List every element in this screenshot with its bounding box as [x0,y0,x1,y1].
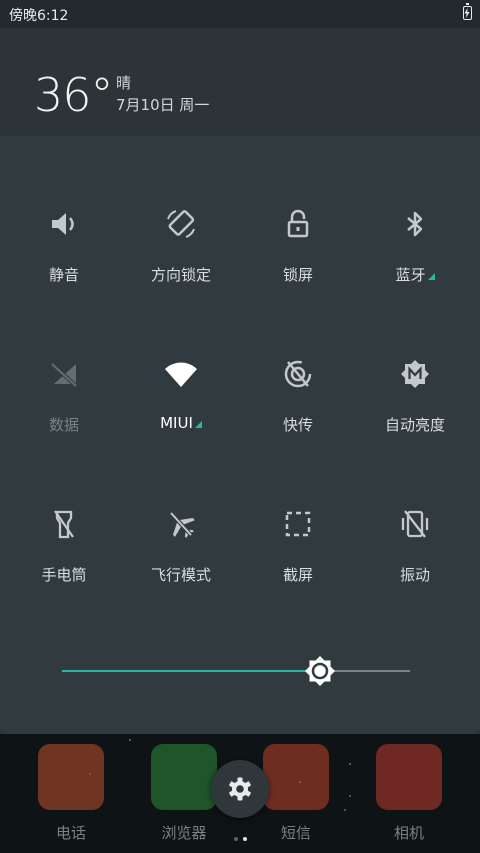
toggle-label: 手电筒 [41,566,87,584]
page-indicator [234,826,252,845]
auto-brightness-icon [401,360,429,388]
toggle-screenshot[interactable]: 截屏 [238,436,358,584]
flashlight-icon [54,510,74,539]
toggle-label: 飞行模式 [150,566,211,584]
toggle-vibrate[interactable]: 振动 [355,436,475,584]
weather-condition: 晴 [116,74,132,92]
airplane-icon [169,511,195,538]
gear-icon [229,777,251,801]
mobile-data-off-icon [50,362,78,388]
toggle-auto-brightness[interactable]: 自动亮度 [355,286,475,434]
toggle-mobile-data[interactable]: 数据 [4,286,124,434]
dock-label: 浏览器 [161,824,207,842]
home-dock: 电话 浏览器 短信 相机 [0,734,480,853]
quick-transfer-icon [284,360,312,388]
toggle-label: 蓝牙 [355,264,475,285]
browser-app-icon[interactable] [151,744,217,810]
toggle-bluetooth[interactable]: 蓝牙 [355,136,475,284]
toggle-quick-transfer[interactable]: 快传 [238,286,358,434]
more-indicator [194,421,202,428]
rotation-lock-icon [167,210,195,238]
quick-settings-panel: 静音 方向锁定 锁屏 蓝牙 数据 MIUI 快传 自动亮度 手电筒 飞行模式 截… [0,136,480,734]
dock-label: 电话 [55,824,86,842]
settings-button[interactable] [211,760,269,818]
bluetooth-icon [407,211,423,237]
toggle-flashlight[interactable]: 手电筒 [4,436,124,584]
camera-app-icon[interactable] [376,744,442,810]
brightness-slider-knob[interactable] [303,654,337,688]
toggle-label: 静音 [48,266,79,284]
weather-header[interactable]: 36° 晴 7月10日 周一 [0,28,480,136]
date: 7月10日 周一 [116,96,210,114]
page-dot [234,837,238,841]
dock-label: 短信 [280,824,311,842]
lock-icon [287,209,309,238]
toggle-label: 截屏 [282,566,313,584]
brightness-slider[interactable] [62,656,410,686]
battery-charging-icon [463,3,472,20]
toggle-label: 振动 [399,566,430,584]
status-time: 傍晚6:12 [9,8,69,24]
toggle-airplane-mode[interactable]: 飞行模式 [121,436,241,584]
more-indicator [427,273,435,280]
vibrate-icon [401,510,429,538]
wifi-icon [165,362,197,387]
toggle-rotation-lock[interactable]: 方向锁定 [121,136,241,284]
temperature: 36° [34,68,114,122]
toggle-label: 自动亮度 [384,416,445,434]
volume-icon [52,213,74,235]
toggle-label: MIUI [121,414,241,432]
sms-app-icon[interactable] [263,744,329,810]
page-dot-active [243,837,247,841]
toggle-lock-screen[interactable]: 锁屏 [238,136,358,284]
brightness-fill [62,670,320,672]
phone-app-icon[interactable] [38,744,104,810]
screenshot-icon [285,511,311,537]
toggle-label: 数据 [48,416,79,434]
toggle-label: 方向锁定 [150,266,211,284]
status-bar: 傍晚6:12 [0,0,480,28]
toggle-wifi[interactable]: MIUI [121,286,241,432]
toggle-mute[interactable]: 静音 [4,136,124,284]
toggle-label: 快传 [282,416,313,434]
toggle-label: 锁屏 [282,266,313,284]
dock-label: 相机 [393,824,424,842]
